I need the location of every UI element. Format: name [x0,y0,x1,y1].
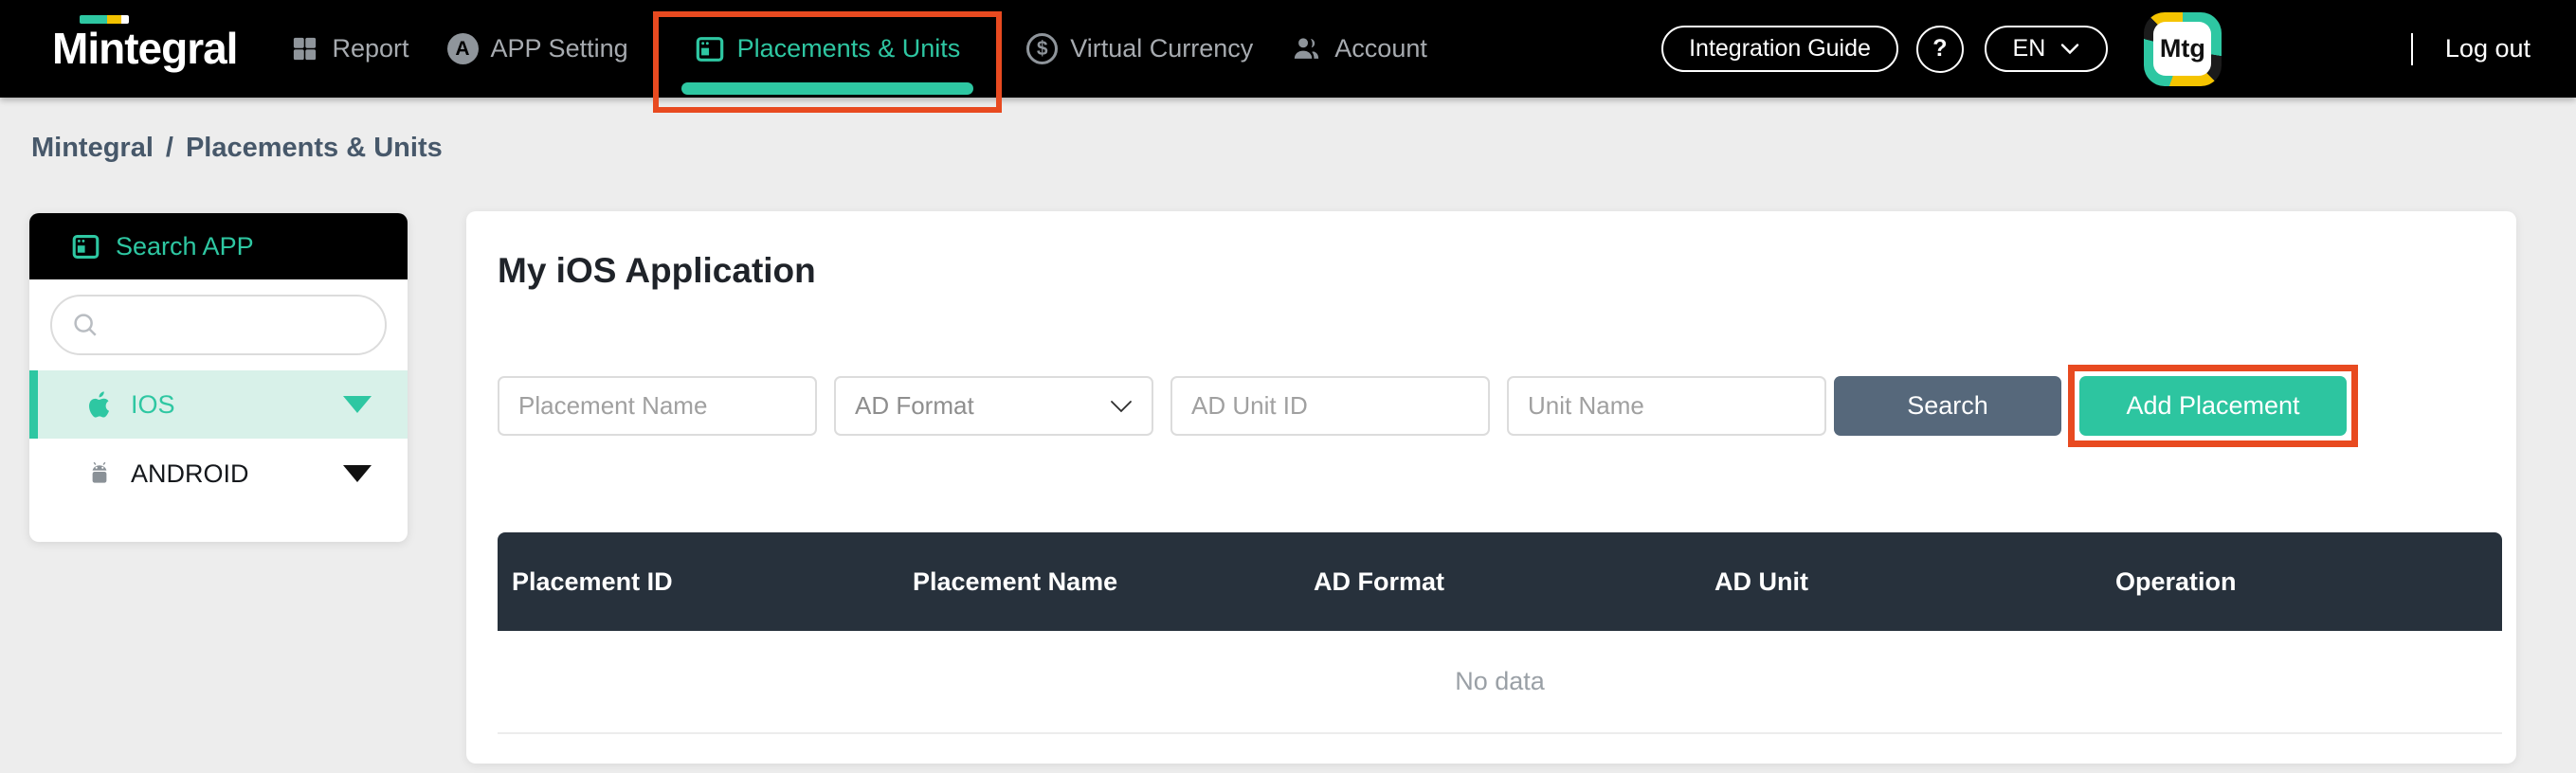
apple-icon [83,388,116,421]
app-search-input[interactable] [50,295,387,355]
divider [2411,33,2413,65]
language-selector[interactable]: EN [1985,26,2108,72]
active-tab-underline [681,82,974,95]
search-button[interactable]: Search [1834,376,2061,436]
nav-label: Report [332,34,408,63]
app-sidebar: Search APP IOS ANDROID [29,213,408,542]
chevron-down-icon [1110,400,1133,413]
ad-format-value: AD Format [855,391,974,421]
breadcrumb-separator: / [166,133,173,164]
nav-label: Virtual Currency [1070,34,1253,63]
avatar-text: Mtg [2153,22,2211,76]
chevron-down-icon [2060,43,2079,55]
report-grid-icon [290,34,319,63]
add-placement-button[interactable]: Add Placement [2079,376,2347,436]
nav-item-app-setting[interactable]: A APP Setting [447,0,628,98]
placement-name-input[interactable] [498,376,817,436]
placements-table: Placement ID Placement Name AD Format AD… [498,532,2502,734]
mintegral-dashboard: Mintegral Report A APP Setting [0,0,2576,773]
mintegral-logo[interactable]: Mintegral [52,0,237,98]
nav-label: Account [1334,34,1427,63]
breadcrumb: Mintegral / Placements & Units [31,133,443,164]
caret-down-icon [343,465,372,482]
nav-item-account[interactable]: Account [1291,0,1427,98]
ad-format-select[interactable]: AD Format [834,376,1153,436]
top-bar: Mintegral Report A APP Setting [0,0,2576,98]
account-person-icon [1291,33,1322,64]
breadcrumb-current: Placements & Units [186,133,443,164]
nav-label: APP Setting [491,34,628,63]
app-setting-icon: A [447,33,479,64]
platform-label: IOS [131,390,175,420]
nav-item-report[interactable]: Report [290,0,408,98]
integration-guide-button[interactable]: Integration Guide [1661,26,1898,72]
logout-button[interactable]: Log out [2445,34,2531,63]
sidebar-item-android[interactable]: ANDROID [29,439,408,509]
sidebar-header: Search APP [29,213,408,279]
ad-unit-id-input[interactable] [1170,376,1490,436]
table-header: Placement ID Placement Name AD Format AD… [498,532,2502,631]
column-header-operation: Operation [2101,532,2502,631]
column-header-ad-format: AD Format [1299,532,1700,631]
nav-item-virtual-currency[interactable]: $ Virtual Currency [1026,0,1253,98]
column-header-ad-unit: AD Unit [1700,532,2101,631]
sidebar-item-ios[interactable]: IOS [29,370,408,439]
virtual-currency-icon: $ [1026,33,1058,64]
placements-window-icon [695,34,725,64]
top-bar-right: Integration Guide ? EN Mtg Log out [1661,12,2531,86]
empty-state-text: No data [1455,667,1545,696]
main-nav: Report A APP Setting Placements & Units … [290,0,1426,98]
sidebar-header-label: Search APP [116,232,254,261]
platform-label: ANDROID [131,459,249,489]
nav-label: Placements & Units [737,34,961,63]
nav-item-placements-units[interactable]: Placements & Units [666,0,989,98]
logo-text: Mintegral [52,24,237,73]
breadcrumb-root[interactable]: Mintegral [31,133,154,164]
page-title: My iOS Application [498,251,2516,291]
annotation-box-add-placement: Add Placement [2068,365,2358,447]
table-body: No data [498,631,2502,734]
android-icon [83,458,116,490]
search-app-window-icon [71,232,100,261]
column-header-placement-id: Placement ID [498,532,898,631]
app-search [50,295,387,355]
column-header-placement-name: Placement Name [898,532,1299,631]
language-value: EN [2013,35,2046,63]
mtg-avatar[interactable]: Mtg [2144,12,2222,86]
filter-row: AD Format Search Add Placement [498,365,2516,447]
unit-name-input[interactable] [1507,376,1826,436]
search-icon [71,311,100,339]
logo-accent-bar [80,15,129,24]
main-panel: My iOS Application AD Format Search Add … [466,211,2516,764]
caret-down-icon [343,396,372,413]
help-icon[interactable]: ? [1916,26,1964,73]
